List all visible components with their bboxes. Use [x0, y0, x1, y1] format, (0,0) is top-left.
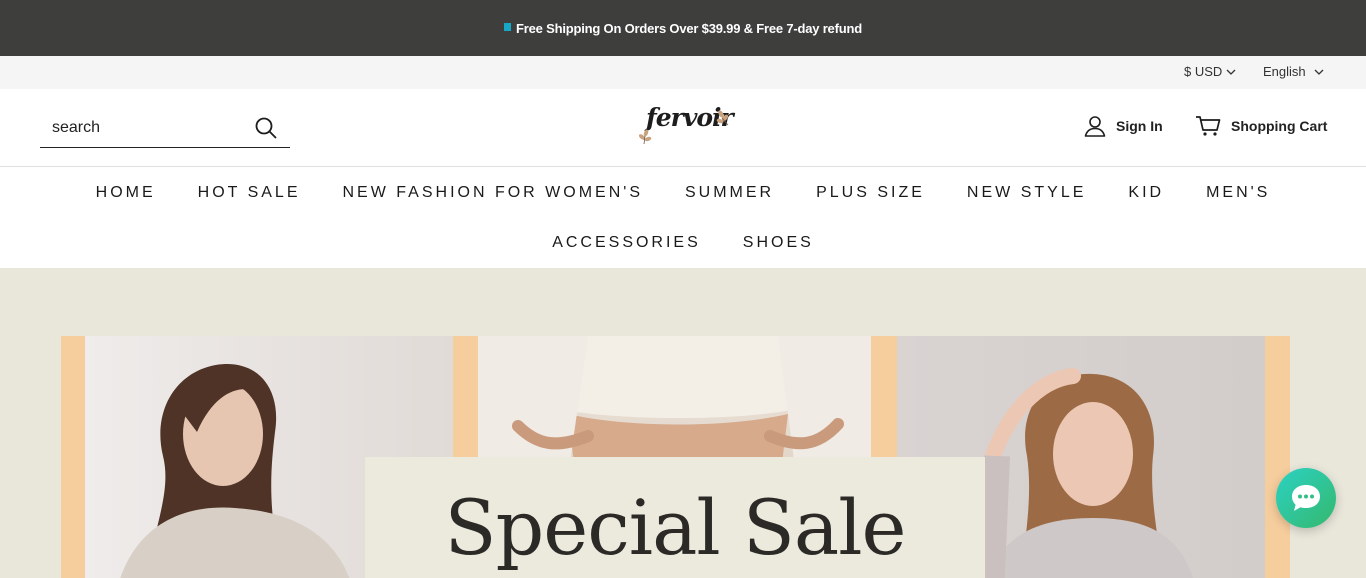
site-header: fervoir Sign In Shopping Cart [0, 89, 1366, 167]
announcement-text: Free Shipping On Orders Over $39.99 & Fr… [516, 20, 862, 36]
nav-item-summer[interactable]: SUMMER [664, 184, 795, 202]
chat-button[interactable] [1276, 468, 1336, 528]
currency-selector[interactable]: $ USD [1184, 64, 1236, 79]
logo-flower-icon [638, 110, 729, 145]
nav-row-secondary: ACCESSORIES SHOES [0, 234, 1366, 252]
language-label: English [1263, 64, 1306, 79]
currency-label: $ USD [1184, 64, 1223, 79]
nav-item-plus-size[interactable]: PLUS SIZE [795, 184, 946, 202]
cart-icon [1196, 116, 1221, 136]
user-icon [1084, 116, 1106, 137]
site-logo[interactable]: fervoir [636, 103, 734, 147]
search-icon[interactable] [254, 116, 278, 140]
hero-banner[interactable]: Special Sale [0, 268, 1366, 578]
nav-item-accessories[interactable]: ACCESSORIES [531, 234, 722, 252]
shopping-cart-link[interactable]: Shopping Cart [1195, 115, 1327, 137]
nav-item-shoes[interactable]: SHOES [722, 234, 835, 252]
search-input[interactable] [40, 110, 240, 146]
nav-row-primary: HOME HOT SALE NEW FASHION FOR WOMEN'S SU… [0, 184, 1366, 202]
language-selector[interactable]: English [1263, 64, 1324, 79]
announcement-bar: Free Shipping On Orders Over $39.99 & Fr… [0, 0, 1366, 56]
sign-in-label: Sign In [1116, 118, 1163, 134]
chevron-down-icon [1226, 69, 1236, 75]
nav-item-hot-sale[interactable]: HOT SALE [177, 184, 322, 202]
chevron-down-icon [1314, 69, 1324, 75]
hero-title: Special Sale [444, 483, 907, 572]
nav-item-home[interactable]: HOME [75, 184, 177, 202]
nav-item-mens[interactable]: MEN'S [1185, 184, 1291, 202]
nav-item-new-fashion-womens[interactable]: NEW FASHION FOR WOMEN'S [322, 184, 665, 202]
main-nav: HOME HOT SALE NEW FASHION FOR WOMEN'S SU… [0, 168, 1366, 268]
utility-bar: $ USD English [0, 56, 1366, 89]
nav-item-new-style[interactable]: NEW STYLE [946, 184, 1107, 202]
chat-icon [1292, 485, 1320, 511]
search-box [40, 110, 290, 148]
flag-icon [504, 23, 512, 31]
nav-item-kid[interactable]: KID [1107, 184, 1185, 202]
cart-label: Shopping Cart [1231, 118, 1328, 134]
sign-in-link[interactable]: Sign In [1084, 115, 1163, 137]
sale-card: Special Sale [365, 457, 985, 578]
